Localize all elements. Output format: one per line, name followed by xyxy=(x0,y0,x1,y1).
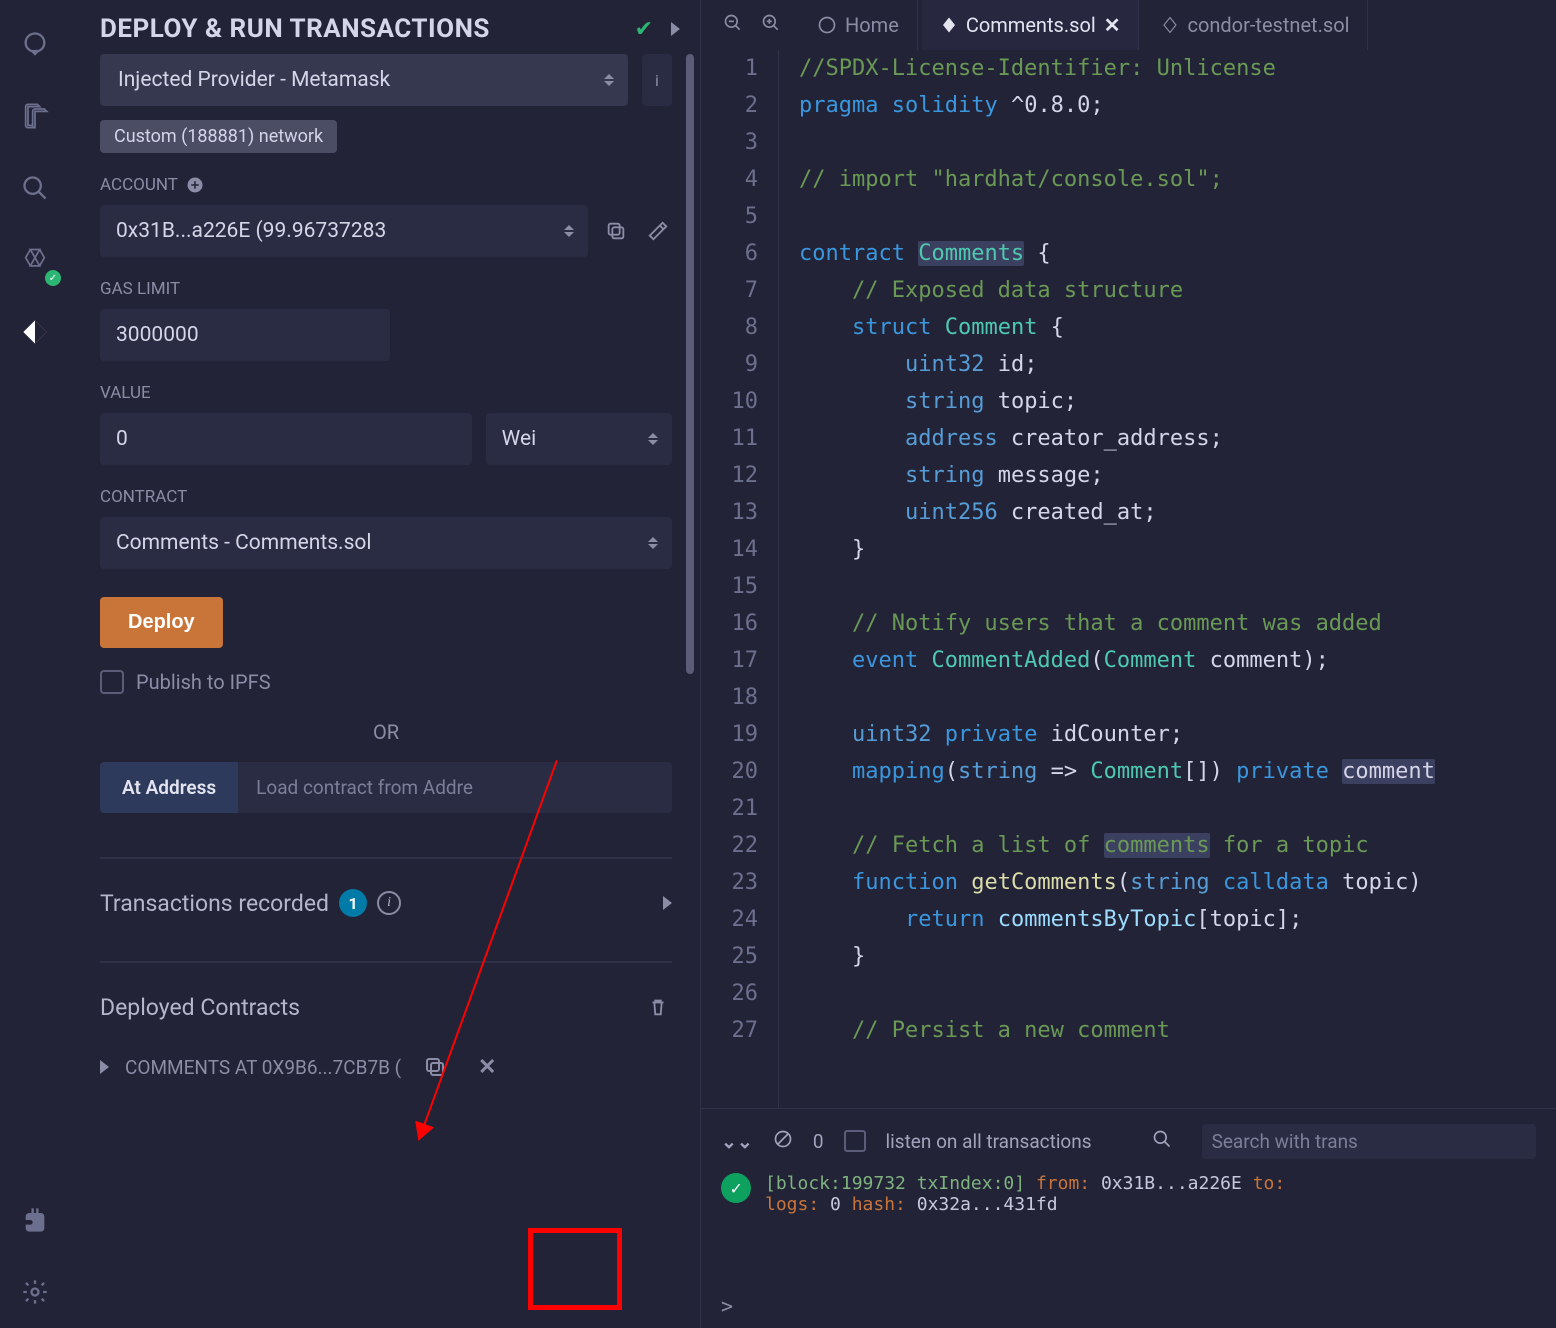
terminal-search-input[interactable]: Search with trans xyxy=(1202,1124,1536,1159)
solidity-file-icon xyxy=(1161,16,1179,34)
editor-pane: Home Comments.sol ✕ condor-testnet.sol 1… xyxy=(700,0,1556,1328)
remove-deployed-icon[interactable]: ✕ xyxy=(473,1053,501,1081)
gas-limit-input[interactable]: 3000000 xyxy=(100,309,390,361)
scrollbar[interactable] xyxy=(686,54,694,674)
environment-value: Injected Provider - Metamask xyxy=(118,68,610,92)
deployed-contract-name[interactable]: COMMENTS AT 0X9B6...7CB7B ( xyxy=(125,1056,401,1079)
search-icon[interactable] xyxy=(11,164,59,212)
tx-recorded-expand-icon[interactable] xyxy=(663,896,672,910)
status-check-icon: ✔ xyxy=(635,17,653,42)
code-editor[interactable]: 1 2 3 4 5 6 7 8 9 10 11 12 13 14 15 16 1… xyxy=(701,50,1556,1108)
editor-tabs: Home Comments.sol ✕ condor-testnet.sol xyxy=(701,0,1556,50)
code-content[interactable]: //SPDX-License-Identifier: Unlicense pra… xyxy=(779,50,1435,1108)
terminal-chevrons-icon[interactable]: ⌄⌄ xyxy=(721,1130,753,1153)
settings-icon[interactable] xyxy=(11,1268,59,1316)
zoom-out-icon[interactable] xyxy=(723,13,743,37)
deployed-contracts-heading: Deployed Contracts xyxy=(100,994,300,1021)
network-chip: Custom (188881) network xyxy=(100,120,337,153)
solidity-file-icon xyxy=(940,16,958,34)
icon-rail: ✓ xyxy=(0,0,70,1328)
or-divider: OR xyxy=(100,720,672,744)
publish-ipfs-checkbox[interactable] xyxy=(100,670,124,694)
terminal-search-icon[interactable] xyxy=(1152,1129,1172,1154)
panel-title: DEPLOY & RUN TRANSACTIONS xyxy=(100,14,635,44)
environment-select[interactable]: Injected Provider - Metamask xyxy=(100,54,628,106)
terminal-clear-icon[interactable] xyxy=(773,1129,793,1154)
account-label: ACCOUNT xyxy=(100,175,672,195)
value-amount-input[interactable]: 0 xyxy=(100,413,472,465)
zoom-in-icon[interactable] xyxy=(761,13,781,37)
copy-account-icon[interactable] xyxy=(602,217,630,245)
gas-limit-label: GAS LIMIT xyxy=(100,279,672,299)
environment-info-icon[interactable]: i xyxy=(642,54,672,106)
deploy-button[interactable]: Deploy xyxy=(100,597,223,648)
account-select[interactable]: 0x31B...a226E (99.96737283 xyxy=(100,205,588,257)
deploy-run-panel: DEPLOY & RUN TRANSACTIONS ✔ Injected Pro… xyxy=(70,0,700,1328)
listen-label: listen on all transactions xyxy=(886,1130,1092,1153)
terminal-panel: ⌄⌄ 0 listen on all transactions Search w… xyxy=(701,1108,1556,1328)
edit-account-icon[interactable] xyxy=(644,217,672,245)
contract-select[interactable]: Comments - Comments.sol xyxy=(100,517,672,569)
tab-condor-testnet[interactable]: condor-testnet.sol xyxy=(1143,0,1368,50)
tx-success-icon: ✓ xyxy=(721,1173,751,1203)
file-explorer-icon[interactable] xyxy=(11,92,59,140)
contract-label: CONTRACT xyxy=(100,487,672,507)
line-gutter: 1 2 3 4 5 6 7 8 9 10 11 12 13 14 15 16 1… xyxy=(701,50,779,1108)
pending-tx-count: 0 xyxy=(813,1130,824,1153)
copy-deployed-address-icon[interactable] xyxy=(421,1053,449,1081)
collapse-icon[interactable] xyxy=(671,22,680,36)
solidity-compiler-icon[interactable]: ✓ xyxy=(11,236,59,284)
value-label: VALUE xyxy=(100,383,672,403)
terminal-prompt[interactable]: > xyxy=(721,1284,1536,1328)
at-address-button[interactable]: At Address xyxy=(100,762,238,813)
tab-home[interactable]: Home xyxy=(799,0,918,50)
remix-logo-icon[interactable] xyxy=(11,20,59,68)
at-address-input[interactable]: Load contract from Addre xyxy=(238,762,672,813)
tab-close-icon[interactable]: ✕ xyxy=(1104,13,1121,37)
tx-recorded-label: Transactions recorded xyxy=(100,890,329,917)
deployed-expand-icon[interactable] xyxy=(100,1060,109,1074)
value-unit-select[interactable]: Wei xyxy=(486,413,672,465)
home-icon xyxy=(817,15,837,35)
compile-success-badge: ✓ xyxy=(45,270,61,286)
deploy-run-icon[interactable] xyxy=(11,308,59,356)
tx-recorded-count: 1 xyxy=(339,889,367,917)
plugin-manager-icon[interactable] xyxy=(11,1196,59,1244)
publish-ipfs-label: Publish to IPFS xyxy=(136,670,271,694)
account-value: 0x31B...a226E (99.96737283 xyxy=(116,219,386,243)
tx-recorded-info-icon[interactable]: i xyxy=(377,891,401,915)
tab-comments-sol[interactable]: Comments.sol ✕ xyxy=(922,0,1140,50)
terminal-log-entry[interactable]: ✓ [block:199732 txIndex:0] from: 0x31B..… xyxy=(721,1173,1536,1215)
clear-deployed-icon[interactable] xyxy=(644,993,672,1021)
add-account-icon[interactable] xyxy=(186,176,204,194)
listen-checkbox[interactable] xyxy=(844,1130,866,1152)
